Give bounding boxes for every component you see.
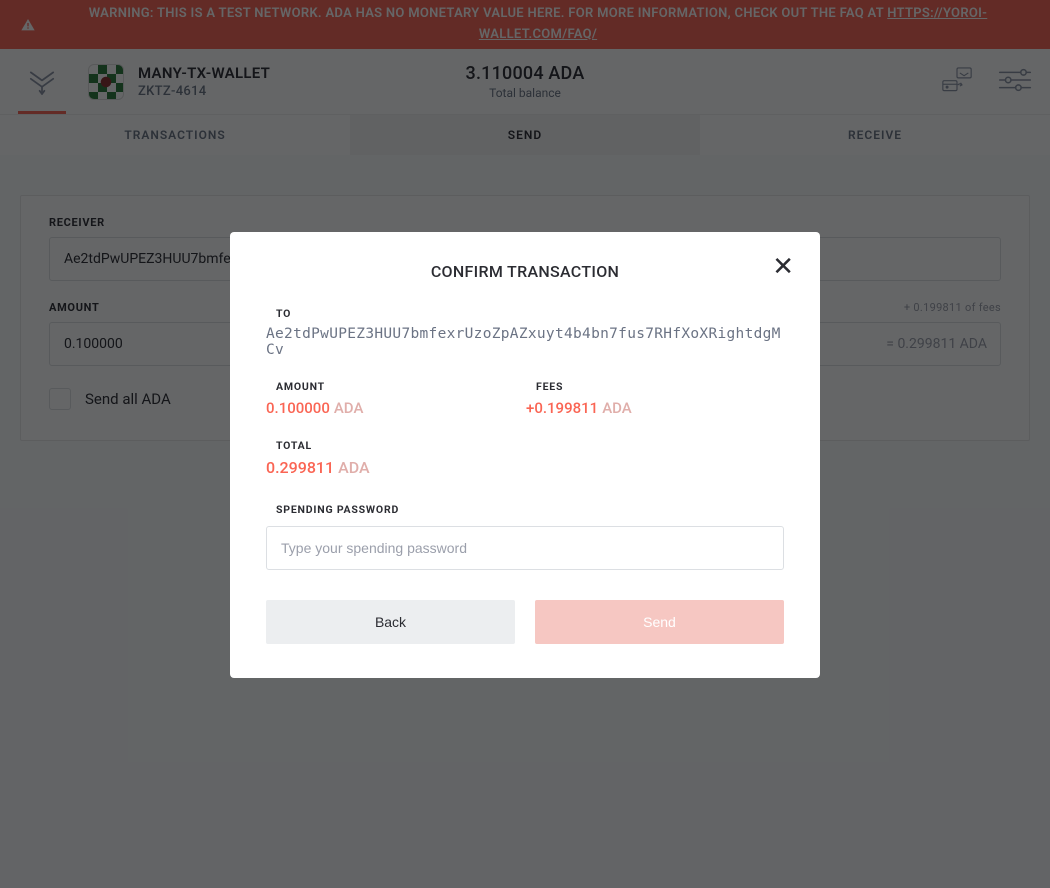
close-icon[interactable]: ✕ [772, 254, 794, 280]
modal-overlay[interactable]: CONFIRM TRANSACTION ✕ TO Ae2tdPwUPEZ3HUU… [0, 0, 1050, 888]
send-button[interactable]: Send [535, 600, 784, 644]
modal-amount-value: 0.100000ADA [266, 399, 466, 417]
back-button[interactable]: Back [266, 600, 515, 644]
modal-fees-label: FEES [526, 380, 726, 393]
modal-fees-value: +0.199811ADA [526, 399, 726, 417]
modal-amount-label: AMOUNT [266, 380, 466, 393]
confirm-transaction-modal: CONFIRM TRANSACTION ✕ TO Ae2tdPwUPEZ3HUU… [230, 232, 820, 678]
modal-title: CONFIRM TRANSACTION [266, 262, 784, 281]
spending-password-input[interactable] [266, 526, 784, 570]
spending-password-label: SPENDING PASSWORD [266, 503, 784, 516]
to-address: Ae2tdPwUPEZ3HUU7bmfexrUzoZpAZxuyt4b4bn7f… [266, 326, 784, 358]
to-label: TO [266, 307, 784, 320]
modal-total-value: 0.299811ADA [266, 458, 784, 477]
modal-total-label: TOTAL [266, 439, 784, 452]
